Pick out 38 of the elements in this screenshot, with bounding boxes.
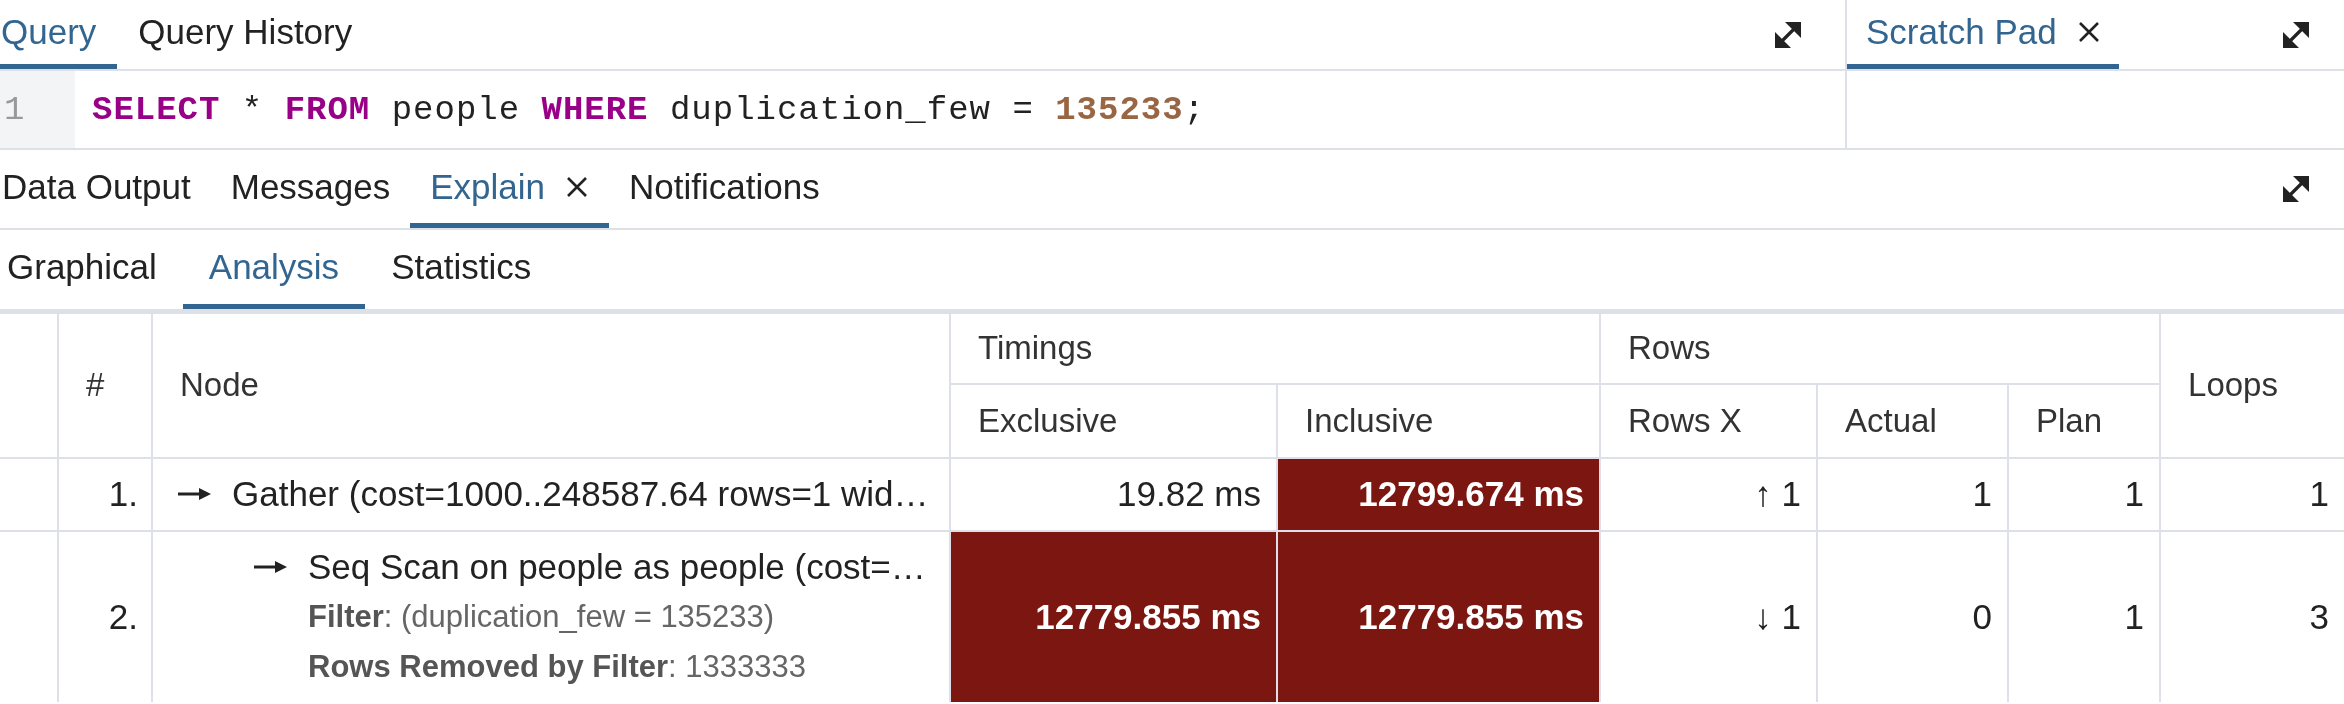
- node-label: Seq Scan on people as people (cost=…: [308, 545, 926, 588]
- column-header: Inclusive: [1277, 383, 1600, 458]
- row-number: 1.: [58, 457, 152, 531]
- tab[interactable]: Explain: [410, 150, 610, 228]
- table-cell: 12779.855 ms: [1277, 530, 1600, 702]
- table-cell: 12799.674 ms: [1277, 457, 1600, 531]
- expand-icon: [1773, 19, 1803, 50]
- column-header: Actual: [1817, 383, 2008, 458]
- table-cell: ↑ 1: [1600, 457, 1817, 531]
- tab[interactable]: Statistics: [365, 230, 558, 309]
- table-cell: 1: [2008, 457, 2161, 531]
- column-group-header: Timings: [950, 311, 1600, 384]
- tab[interactable]: Analysis: [182, 230, 366, 309]
- plan-detail: Filter: (duplication_few = 135233): [308, 597, 775, 636]
- table-cell: 12779.855 ms: [950, 530, 1277, 702]
- table-cell: 1: [1817, 457, 2008, 531]
- column-header: Rows X: [1600, 383, 1817, 458]
- expand-icon: [2281, 174, 2311, 204]
- tab[interactable]: Graphical: [0, 230, 183, 309]
- tab[interactable]: Query History: [117, 0, 374, 69]
- table-cell: 19.82 ms: [950, 457, 1277, 531]
- arrow-icon: [178, 487, 211, 501]
- expand-icon: [2281, 19, 2311, 50]
- column-header: #: [58, 311, 152, 458]
- tab[interactable]: Data Output: [0, 150, 211, 228]
- plan-detail: Rows Removed by Filter: 1333333: [308, 647, 806, 686]
- arrow-icon: [254, 559, 287, 574]
- close-icon[interactable]: [2076, 20, 2101, 44]
- tab[interactable]: Notifications: [609, 150, 840, 228]
- code-line: SELECT * FROM people WHERE duplication_few = 135233;: [92, 90, 1206, 131]
- close-icon[interactable]: [565, 174, 590, 199]
- node-label: Gather (cost=1000..248587.64 rows=1 wid…: [232, 473, 929, 515]
- table-cell: 3: [2160, 530, 2344, 702]
- line-number: 1: [4, 90, 25, 131]
- column-header: Exclusive: [950, 383, 1277, 458]
- tab[interactable]: Messages: [210, 150, 411, 228]
- column-group-header: Rows: [1600, 311, 2161, 384]
- column-header: Node: [152, 311, 950, 458]
